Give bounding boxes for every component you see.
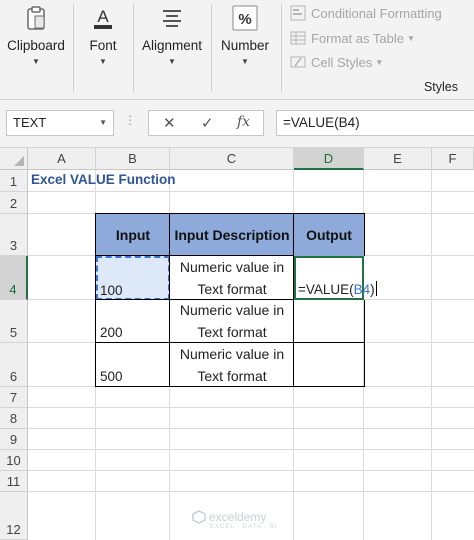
ribbon-divider (281, 4, 282, 92)
font-color-icon: A (94, 7, 112, 29)
font-group[interactable]: A Font ▼ (74, 0, 132, 100)
row-header-1[interactable]: 1 (0, 170, 28, 192)
input-cell[interactable]: 500 (100, 369, 123, 384)
watermark-name: exceldemy (209, 510, 267, 524)
chevron-down-icon: ▼ (375, 57, 384, 67)
row-header-12[interactable]: 12 (0, 492, 28, 540)
formula-reference: B4 (353, 282, 371, 297)
cell-formula-edit[interactable]: =VALUE(B4) (298, 281, 377, 297)
description-cell[interactable]: Numeric value in Text format (170, 256, 294, 300)
row-header-4[interactable]: 4 (0, 256, 28, 300)
table-border (95, 342, 365, 343)
table-border (95, 213, 365, 214)
table-border (364, 300, 365, 387)
formula-buttons: ✕ ✓ fx (148, 110, 264, 136)
chevron-down-icon: ▼ (168, 57, 176, 66)
table-border (169, 213, 170, 387)
table-border (95, 299, 294, 300)
column-header-a[interactable]: A (28, 148, 96, 170)
header-output[interactable]: Output (294, 214, 364, 256)
cell-styles-button[interactable]: Cell Styles ▼ (290, 52, 383, 72)
row-header-5[interactable]: 5 (0, 300, 28, 343)
column-header-b[interactable]: B (96, 148, 170, 170)
description-line: Numeric value in (179, 346, 285, 362)
description-line: Text format (197, 368, 267, 384)
table-border (95, 213, 96, 387)
conditional-formatting-icon (290, 5, 306, 21)
cancel-icon[interactable]: ✕ (163, 114, 176, 132)
table-border (293, 213, 294, 387)
select-all-corner[interactable] (0, 148, 28, 170)
column-header-f[interactable]: F (432, 148, 474, 170)
formula-prefix: =VALUE( (298, 282, 354, 297)
clipboard-group[interactable]: Clipboard ▼ (0, 0, 72, 100)
styles-group-label: Styles (423, 80, 458, 94)
number-label: Number (220, 38, 269, 53)
percent-icon: % (232, 5, 258, 31)
watermark-logo: exceldemy EXCEL · DATA · BI (192, 510, 277, 530)
description-cell[interactable]: Numeric value in Text format (170, 299, 294, 343)
text-cursor (375, 281, 377, 296)
chevron-down-icon: ▼ (32, 57, 40, 66)
row-header-11[interactable]: 11 (0, 471, 28, 492)
description-line: Text format (197, 281, 267, 297)
sheet-title[interactable]: Excel VALUE Function (31, 172, 176, 187)
description-line: Numeric value in (179, 302, 285, 318)
chevron-down-icon: ▼ (241, 57, 249, 66)
column-header-c[interactable]: C (170, 148, 294, 170)
column-header-d[interactable]: D (294, 148, 364, 170)
name-box-value: TEXT (13, 115, 47, 130)
number-group[interactable]: % Number ▼ (212, 0, 278, 100)
resize-handle-icon[interactable]: ⋮ (124, 113, 136, 127)
svg-text:A: A (97, 7, 109, 26)
conditional-formatting-button[interactable]: Conditional Formatting (290, 3, 442, 23)
header-description[interactable]: Input Description (170, 214, 294, 256)
description-line: Numeric value in (179, 259, 285, 275)
chevron-down-icon: ▼ (99, 57, 107, 66)
alignment-group[interactable]: Alignment ▼ (134, 0, 210, 100)
table-border (95, 386, 365, 387)
gridline (431, 170, 432, 540)
formula-input[interactable]: =VALUE(B4) (276, 110, 474, 136)
row-header-3[interactable]: 3 (0, 214, 28, 256)
formula-suffix: ) (370, 282, 375, 297)
chevron-down-icon[interactable]: ▼ (99, 118, 107, 127)
table-border (364, 213, 365, 256)
watermark-tagline: EXCEL · DATA · BI (210, 524, 278, 530)
header-input[interactable]: Input (96, 214, 170, 256)
format-as-table-button[interactable]: Format as Table ▼ (290, 28, 415, 48)
svg-text:%: % (238, 11, 251, 28)
row-header-6[interactable]: 6 (0, 343, 28, 387)
font-label: Font (89, 38, 117, 53)
column-header-e[interactable]: E (364, 148, 432, 170)
formula-bar: TEXT ▼ ⋮ ✕ ✓ fx =VALUE(B4) (0, 100, 474, 148)
chevron-down-icon: ▼ (406, 33, 415, 43)
row-header-10[interactable]: 10 (0, 450, 28, 471)
row-header-9[interactable]: 9 (0, 429, 28, 450)
clipboard-icon (27, 6, 45, 30)
exceldemy-logo-icon (192, 510, 206, 524)
conditional-formatting-label: Conditional Formatting (311, 5, 442, 21)
table-border (95, 255, 294, 256)
ribbon: Clipboard ▼ A Font ▼ Alignment ▼ % Numbe… (0, 0, 474, 100)
alignment-label: Alignment (141, 38, 203, 53)
insert-function-icon[interactable]: fx (237, 114, 250, 130)
name-box[interactable]: TEXT ▼ (6, 110, 114, 136)
row-header-8[interactable]: 8 (0, 408, 28, 429)
clipboard-label: Clipboard (7, 38, 65, 53)
input-cell[interactable]: 100 (100, 283, 123, 298)
description-line: Text format (197, 324, 267, 340)
input-cell[interactable]: 200 (100, 325, 123, 340)
row-header-7[interactable]: 7 (0, 387, 28, 408)
enter-icon[interactable]: ✓ (201, 114, 214, 132)
description-cell[interactable]: Numeric value in Text format (170, 343, 294, 387)
format-as-table-label: Format as Table (311, 30, 404, 46)
cell-styles-label: Cell Styles (311, 54, 373, 70)
align-lines-icon (163, 10, 181, 27)
cell-styles-icon (290, 56, 306, 68)
row-header-2[interactable]: 2 (0, 192, 28, 214)
table-icon (290, 31, 306, 45)
